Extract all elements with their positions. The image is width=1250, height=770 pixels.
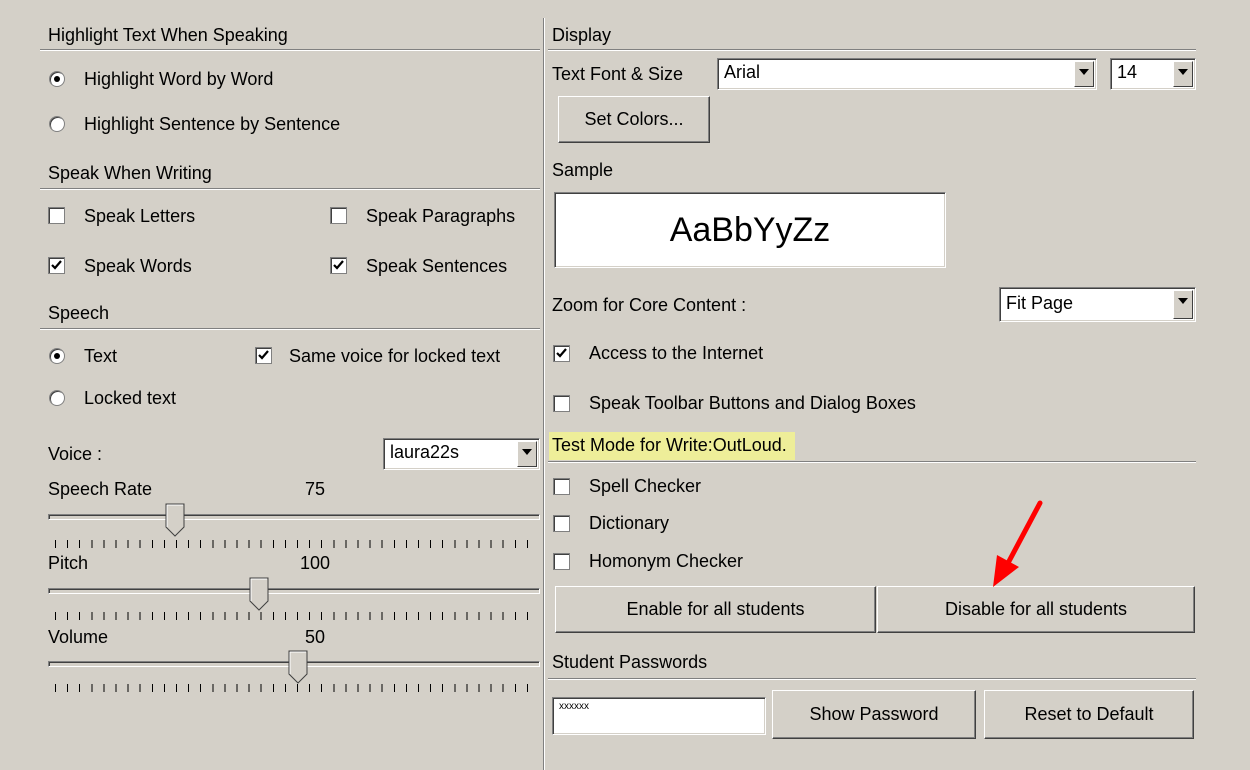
pitch-slider-thumb[interactable] — [249, 577, 269, 611]
volume-value: 50 — [305, 627, 326, 647]
checkmark-icon — [258, 350, 269, 360]
checkmark-icon — [556, 348, 567, 358]
highlight-sentence-radio[interactable] — [49, 116, 65, 132]
dictionary-checkbox[interactable] — [553, 515, 570, 532]
highlight-section-title: Highlight Text When Speaking — [48, 25, 288, 45]
volume-slider-thumb[interactable] — [288, 650, 308, 684]
font-select[interactable]: Arial — [717, 58, 1097, 90]
speech-section-separator — [40, 328, 540, 330]
checkmark-icon — [51, 260, 62, 270]
chevron-down-icon[interactable] — [1173, 61, 1193, 87]
dictionary-label[interactable]: Dictionary — [589, 512, 669, 534]
speech-rate-slider-thumb[interactable] — [165, 503, 185, 537]
font-select-value: Arial — [724, 62, 761, 82]
pitch-label: Pitch — [48, 553, 89, 573]
speech-section-title: Speech — [48, 303, 110, 323]
speak-sentences-checkbox[interactable] — [330, 257, 347, 274]
chevron-down-icon[interactable] — [1074, 61, 1094, 87]
sample-text: AaBbYyZz — [669, 210, 831, 249]
same-voice-checkbox[interactable] — [255, 347, 272, 364]
homonym-checker-checkbox[interactable] — [553, 553, 570, 570]
speech-text-radio[interactable] — [49, 348, 65, 364]
passwords-section-title: Student Passwords — [552, 652, 708, 672]
red-arrow-icon — [993, 500, 1043, 587]
size-select[interactable]: 14 — [1110, 58, 1196, 90]
font-size-label: Text Font & Size — [552, 64, 684, 84]
speak-toolbar-label[interactable]: Speak Toolbar Buttons and Dialog Boxes — [589, 392, 916, 414]
speak-section-title: Speak When Writing — [48, 163, 212, 183]
homonym-checker-label[interactable]: Homonym Checker — [589, 550, 743, 572]
sample-section-title: Sample — [552, 160, 614, 180]
panel-divider — [543, 18, 545, 770]
reset-to-default-button[interactable]: Reset to Default — [984, 690, 1194, 739]
sample-box: AaBbYyZz — [554, 192, 946, 268]
spell-checker-label[interactable]: Spell Checker — [589, 475, 701, 497]
speech-rate-label: Speech Rate — [48, 479, 153, 499]
checkmark-icon — [333, 260, 344, 270]
zoom-select[interactable]: Fit Page — [999, 287, 1196, 322]
access-internet-label[interactable]: Access to the Internet — [589, 342, 763, 364]
highlight-word-radio[interactable] — [49, 71, 65, 87]
test-mode-separator — [548, 461, 1196, 463]
display-section-title: Display — [552, 25, 612, 45]
pitch-ticks — [55, 612, 535, 620]
voice-select[interactable]: laura22s — [383, 438, 540, 470]
show-password-button[interactable]: Show Password — [772, 690, 976, 739]
same-voice-label[interactable]: Same voice for locked text — [289, 345, 500, 367]
set-colors-button[interactable]: Set Colors... — [558, 96, 710, 143]
chevron-down-icon[interactable] — [1173, 290, 1193, 319]
enable-all-students-button[interactable]: Enable for all students — [555, 586, 876, 633]
speech-rate-ticks — [55, 540, 535, 548]
highlight-word-label[interactable]: Highlight Word by Word — [84, 68, 273, 90]
speech-rate-value: 75 — [305, 479, 326, 499]
speak-toolbar-checkbox[interactable] — [553, 395, 570, 412]
pitch-value: 100 — [300, 553, 331, 573]
speech-text-label[interactable]: Text — [84, 345, 117, 367]
display-section-separator — [548, 49, 1196, 51]
speak-sentences-label[interactable]: Speak Sentences — [366, 255, 507, 277]
speak-letters-label[interactable]: Speak Letters — [84, 205, 195, 227]
speech-locked-radio[interactable] — [49, 390, 65, 406]
zoom-label: Zoom for Core Content : — [552, 295, 747, 315]
volume-ticks — [55, 684, 535, 692]
voice-label: Voice : — [48, 444, 103, 464]
chevron-down-icon[interactable] — [517, 441, 537, 467]
voice-select-value: laura22s — [390, 442, 460, 462]
disable-all-students-button[interactable]: Disable for all students — [877, 586, 1195, 633]
speak-letters-checkbox[interactable] — [48, 207, 65, 224]
spell-checker-checkbox[interactable] — [553, 478, 570, 495]
speech-locked-label[interactable]: Locked text — [84, 387, 176, 409]
speak-paragraphs-label[interactable]: Speak Paragraphs — [366, 205, 515, 227]
speak-paragraphs-checkbox[interactable] — [330, 207, 347, 224]
speak-section-separator — [40, 188, 540, 190]
student-password-field[interactable]: xxxxxx — [552, 697, 766, 735]
speech-rate-track[interactable] — [48, 514, 540, 520]
password-masked-value: xxxxxx — [559, 701, 589, 712]
speak-words-label[interactable]: Speak Words — [84, 255, 192, 277]
access-internet-checkbox[interactable] — [553, 345, 570, 362]
highlight-section-separator — [40, 49, 540, 51]
volume-label: Volume — [48, 627, 109, 647]
passwords-separator — [548, 678, 1196, 680]
size-select-value: 14 — [1117, 62, 1138, 82]
test-mode-title: Test Mode for Write:OutLoud. — [549, 432, 795, 460]
highlight-sentence-label[interactable]: Highlight Sentence by Sentence — [84, 113, 340, 135]
speak-words-checkbox[interactable] — [48, 257, 65, 274]
pitch-track[interactable] — [48, 588, 540, 594]
zoom-select-value: Fit Page — [1006, 293, 1074, 313]
